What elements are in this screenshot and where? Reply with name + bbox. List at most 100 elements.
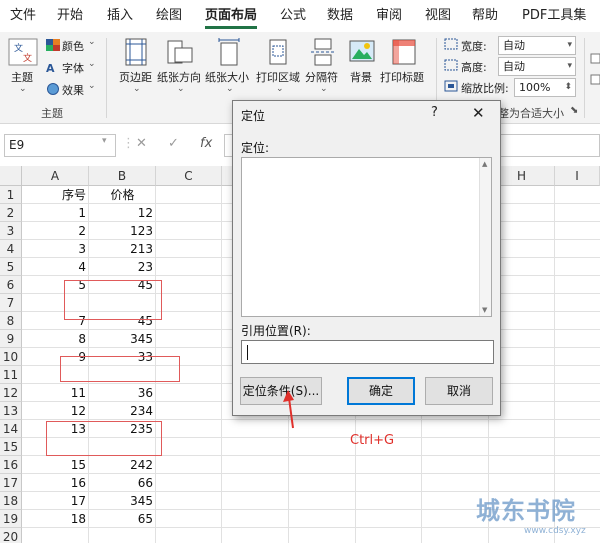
height-label: 高度: xyxy=(461,61,487,74)
table-cell[interactable]: 序号 xyxy=(22,186,89,204)
theme-button[interactable]: 主题 xyxy=(11,69,33,85)
tab-review[interactable]: 审阅 xyxy=(376,0,402,32)
row-header[interactable]: 15 xyxy=(0,438,22,456)
tab-insert[interactable]: 插入 xyxy=(107,0,133,32)
row-header[interactable]: 9 xyxy=(0,330,22,348)
table-cell[interactable]: 8 xyxy=(22,330,89,348)
table-cell[interactable]: 15 xyxy=(22,456,89,474)
breaks-icon[interactable] xyxy=(310,38,336,66)
row-header[interactable]: 5 xyxy=(0,258,22,276)
table-cell[interactable] xyxy=(22,528,89,543)
enter-icon[interactable]: ✓ xyxy=(168,136,179,151)
print-area-icon[interactable] xyxy=(266,38,290,66)
colors-button[interactable]: 颜色 xyxy=(62,38,84,54)
table-cell[interactable]: 4 xyxy=(22,258,89,276)
breaks-button[interactable]: 分隔符 xyxy=(305,69,338,85)
name-box[interactable]: E9 xyxy=(4,134,116,157)
row-header[interactable]: 20 xyxy=(0,528,22,543)
ok-button[interactable]: 确定 xyxy=(347,377,415,405)
row-header[interactable]: 12 xyxy=(0,384,22,402)
background-icon[interactable] xyxy=(349,38,375,66)
cancel-icon[interactable]: ✕ xyxy=(136,136,147,151)
tab-home[interactable]: 开始 xyxy=(57,0,83,32)
tab-draw[interactable]: 绘图 xyxy=(156,0,182,32)
goto-list[interactable]: ▲ ▼ xyxy=(241,157,492,317)
tab-pdf-tools[interactable]: PDF工具集 xyxy=(522,0,586,32)
table-cell[interactable]: 345 xyxy=(89,330,156,348)
row-header[interactable]: 17 xyxy=(0,474,22,492)
row-header[interactable]: 3 xyxy=(0,222,22,240)
orientation-icon[interactable] xyxy=(167,38,193,66)
table-cell[interactable]: 价格 xyxy=(89,186,156,204)
close-icon[interactable]: ✕ xyxy=(472,104,485,122)
print-area-button[interactable]: 打印区域 xyxy=(256,69,300,85)
cancel-button[interactable]: 取消 xyxy=(425,377,493,405)
table-cell[interactable]: 17 xyxy=(22,492,89,510)
background-button[interactable]: 背景 xyxy=(350,69,372,85)
column-header-c[interactable]: C xyxy=(156,166,222,186)
print-titles-icon[interactable] xyxy=(391,38,417,66)
table-cell[interactable]: 2 xyxy=(22,222,89,240)
fonts-button[interactable]: 字体 xyxy=(62,60,84,76)
row-header[interactable]: 8 xyxy=(0,312,22,330)
column-header-i[interactable]: I xyxy=(555,166,600,186)
row-header[interactable]: 6 xyxy=(0,276,22,294)
table-cell[interactable]: 1 xyxy=(22,204,89,222)
tab-view[interactable]: 视图 xyxy=(425,0,451,32)
table-cell[interactable]: 213 xyxy=(89,240,156,258)
margins-icon[interactable] xyxy=(124,38,148,66)
height-select[interactable]: 自动 ▾ xyxy=(498,57,576,76)
table-cell[interactable]: 242 xyxy=(89,456,156,474)
tab-help[interactable]: 帮助 xyxy=(472,0,498,32)
table-cell[interactable]: 36 xyxy=(89,384,156,402)
table-cell[interactable] xyxy=(89,528,156,543)
row-header[interactable]: 10 xyxy=(0,348,22,366)
tab-data[interactable]: 数据 xyxy=(327,0,353,32)
row-header[interactable]: 18 xyxy=(0,492,22,510)
row-header[interactable]: 19 xyxy=(0,510,22,528)
table-cell[interactable]: 12 xyxy=(89,204,156,222)
select-all-corner[interactable] xyxy=(0,166,22,186)
scale-spinner[interactable]: 100% ⬍ xyxy=(514,78,576,97)
table-cell[interactable]: 65 xyxy=(89,510,156,528)
tab-formulas[interactable]: 公式 xyxy=(280,0,306,32)
tab-page-layout[interactable]: 页面布局 xyxy=(205,0,258,32)
orientation-button[interactable]: 纸张方向 xyxy=(157,69,201,85)
table-cell[interactable]: 12 xyxy=(22,402,89,420)
tab-file[interactable]: 文件 xyxy=(10,0,36,32)
table-cell[interactable]: 66 xyxy=(89,474,156,492)
paper-size-icon[interactable] xyxy=(217,38,241,66)
row-header[interactable]: 13 xyxy=(0,402,22,420)
effects-button[interactable]: 效果 xyxy=(62,82,84,98)
list-scrollbar[interactable]: ▲ ▼ xyxy=(479,158,491,316)
table-cell[interactable]: 16 xyxy=(22,474,89,492)
row-header[interactable]: 16 xyxy=(0,456,22,474)
table-cell[interactable]: 18 xyxy=(22,510,89,528)
row-header[interactable]: 14 xyxy=(0,420,22,438)
margins-button[interactable]: 页边距 xyxy=(119,69,152,85)
scroll-down-icon[interactable]: ▼ xyxy=(482,306,487,314)
row-header[interactable]: 4 xyxy=(0,240,22,258)
width-select[interactable]: 自动 ▾ xyxy=(498,36,576,55)
row-header[interactable]: 1 xyxy=(0,186,22,204)
table-cell[interactable]: 23 xyxy=(89,258,156,276)
table-cell[interactable]: 123 xyxy=(89,222,156,240)
scroll-up-icon[interactable]: ▲ xyxy=(482,160,487,168)
theme-icon[interactable]: 文文 xyxy=(8,38,38,66)
row-header[interactable]: 7 xyxy=(0,294,22,312)
reference-input[interactable] xyxy=(241,340,494,364)
table-cell[interactable]: 234 xyxy=(89,402,156,420)
help-icon[interactable]: ? xyxy=(431,105,438,120)
print-titles-button[interactable]: 打印标题 xyxy=(380,69,424,85)
column-header-b[interactable]: B xyxy=(89,166,156,186)
table-cell[interactable]: 3 xyxy=(22,240,89,258)
column-header-a[interactable]: A xyxy=(22,166,89,186)
row-header[interactable]: 2 xyxy=(0,204,22,222)
insert-function-icon[interactable]: fx xyxy=(200,136,212,151)
table-cell[interactable]: 11 xyxy=(22,384,89,402)
dialog-launcher-icon[interactable]: ⬊ xyxy=(570,105,578,116)
name-box-dropdown-icon[interactable]: ▾ xyxy=(102,136,107,146)
row-header[interactable]: 11 xyxy=(0,366,22,384)
paper-size-button[interactable]: 纸张大小 xyxy=(205,69,249,85)
table-cell[interactable]: 345 xyxy=(89,492,156,510)
